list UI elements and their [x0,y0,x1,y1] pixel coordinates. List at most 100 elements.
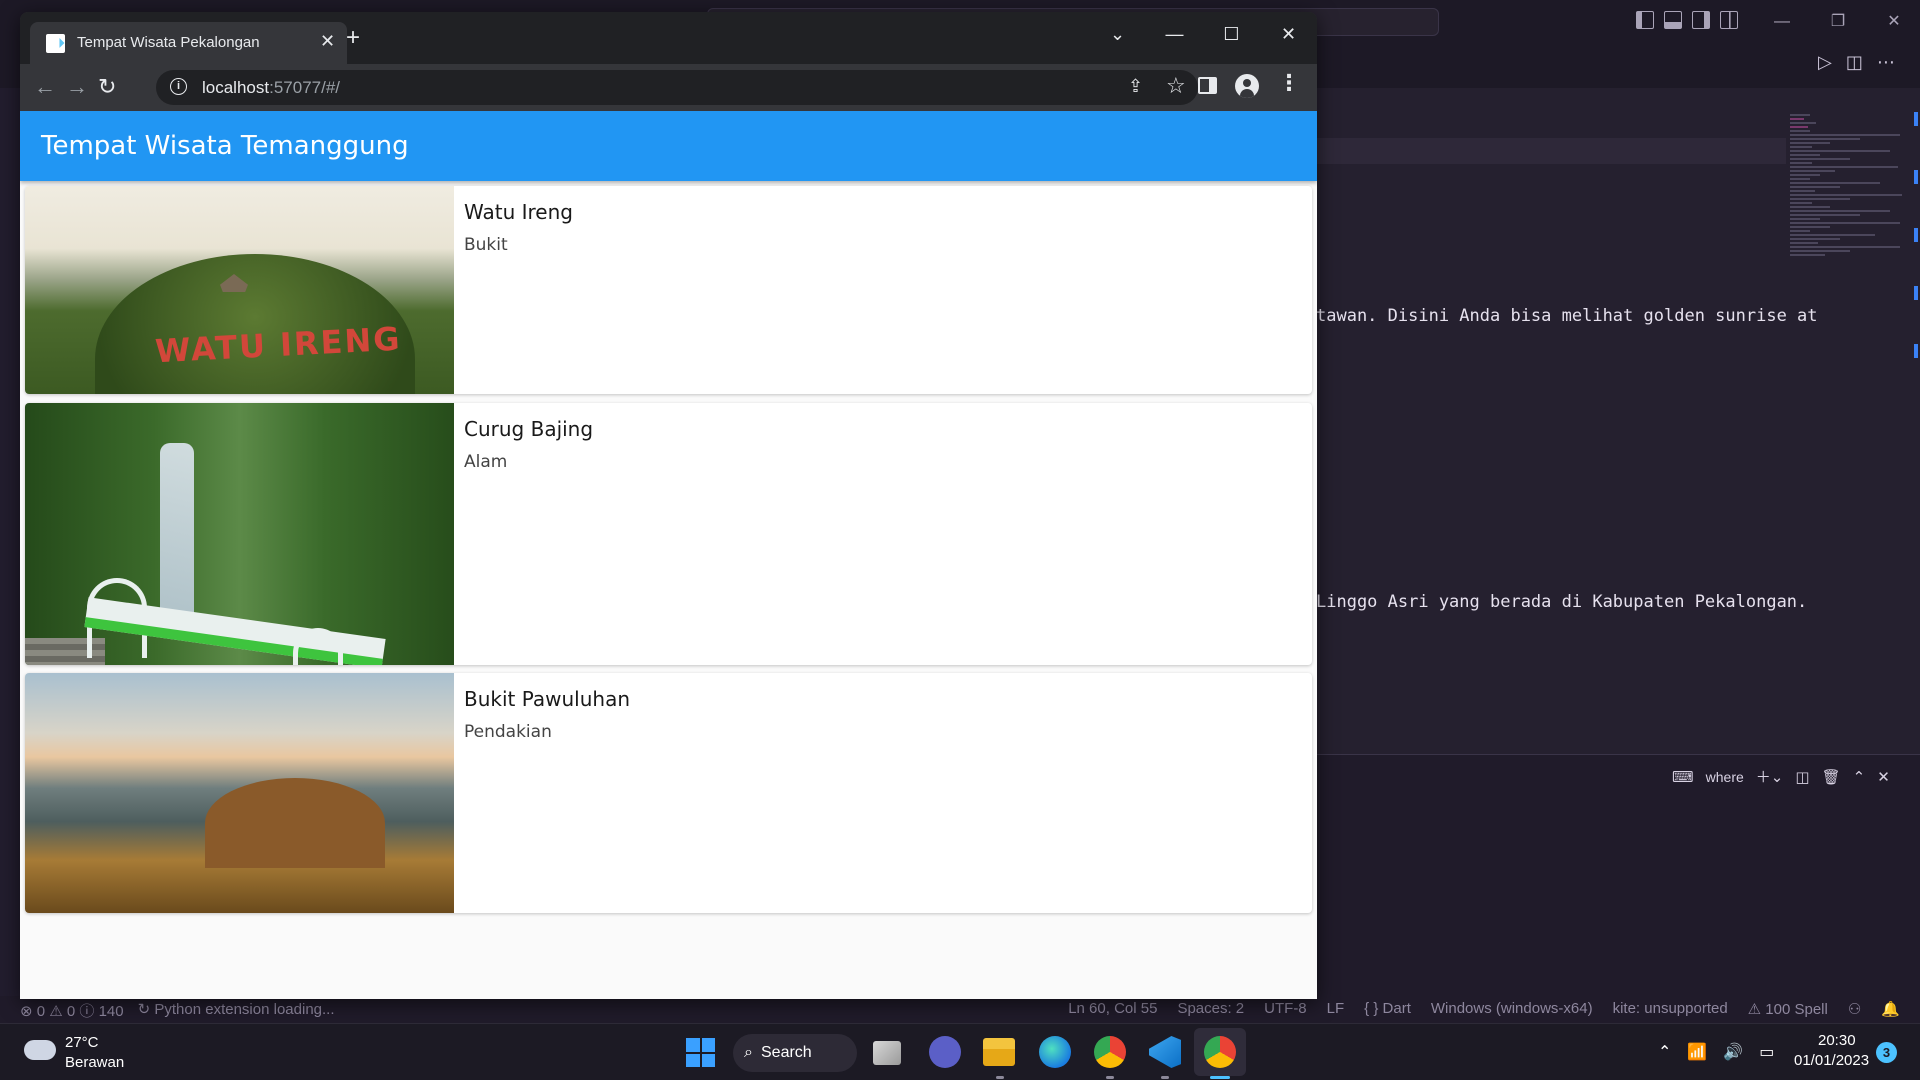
place-name: Curug Bajing [464,417,594,441]
site-info-icon[interactable]: i [170,78,187,95]
kite-status[interactable]: kite: unsupported [1613,1000,1728,1018]
browser-toolbar: ← → ↻ i localhost:57077/#/ ⇪ ☆ ⋮ [20,64,1317,111]
address-bar[interactable]: i localhost:57077/#/ ⇪ ☆ [156,70,1198,105]
volume-icon[interactable]: 🔊 [1723,1042,1743,1062]
side-panel-icon[interactable] [1198,77,1217,94]
toggle-primary-sidebar-icon[interactable] [1636,11,1654,29]
chrome-profile-icon[interactable] [1094,1036,1126,1068]
line-endings[interactable]: LF [1327,1000,1345,1018]
close-tab-icon[interactable]: ✕ [320,31,335,52]
show-hidden-icons-icon[interactable]: ⌃ [1658,1042,1671,1062]
taskbar-search[interactable]: ⌕ Search [733,1034,857,1072]
encoding[interactable]: UTF-8 [1264,1000,1307,1018]
kill-terminal-icon[interactable]: 🗑 [1822,768,1841,786]
windows-start-icon[interactable] [686,1038,715,1067]
editor-actions: ▷ ◫ ⋯ [1818,52,1895,73]
toggle-panel-icon[interactable] [1664,11,1682,29]
clock-time[interactable]: 20:30 [1818,1032,1856,1049]
python-status[interactable]: ↻ Python extension loading... [138,1000,335,1021]
new-tab-button[interactable]: + [346,26,360,50]
cursor-position[interactable]: Ln 60, Col 55 [1068,1000,1157,1018]
place-category: Bukit [464,235,508,255]
search-label: Search [761,1044,812,1061]
run-icon[interactable]: ▷ [1818,52,1832,73]
windows-taskbar: 27°C Berawan ⌕ Search ⌃ 📶 🔊 ▭ 20:30 01/0… [0,1023,1920,1080]
url-host: localhost [202,78,270,97]
minimize-icon[interactable]: — [1754,8,1810,36]
python-status-text: Python extension loading... [154,1001,335,1018]
back-arrow-icon[interactable]: ← [34,74,56,100]
wifi-icon[interactable]: 📶 [1687,1042,1707,1062]
chrome-icon[interactable] [1204,1036,1236,1068]
layout-controls [1636,11,1738,29]
close-icon[interactable]: ✕ [1260,20,1317,48]
teams-chat-icon[interactable] [929,1036,961,1068]
split-editor-icon[interactable]: ◫ [1846,52,1863,73]
file-explorer-icon[interactable] [983,1038,1015,1066]
search-icon: ⌕ [744,1044,753,1061]
minimap[interactable] [1790,112,1910,342]
new-terminal-icon[interactable]: ＋⌄ [1756,766,1784,787]
cloud-icon[interactable] [24,1040,56,1060]
share-icon[interactable]: ⇪ [1128,76,1143,97]
weather-temperature[interactable]: 27°C [65,1034,99,1051]
app-title: Tempat Wisata Temanggung [41,131,409,161]
browser-window-controls: ⌄ — ☐ ✕ [1089,20,1317,48]
code-line: tawan. Disini Anda bisa melihat golden s… [1316,306,1818,326]
tab-search-icon[interactable]: ⌄ [1089,20,1146,48]
url-path: :57077/#/ [269,78,341,97]
task-view-icon[interactable] [873,1041,901,1065]
spell-status[interactable]: ⚠ 100 Spell [1748,1000,1828,1018]
minimize-icon[interactable]: — [1146,20,1203,48]
place-name: Bukit Pawuluhan [464,687,631,711]
problems-status[interactable]: ⊗ 0 ⚠ 0 ⓘ 140 [20,1000,124,1021]
close-icon[interactable]: ✕ [1866,8,1920,36]
sync-icon: ↻ [137,1001,151,1018]
profile-avatar-icon[interactable] [1235,74,1259,98]
reload-icon[interactable]: ↻ [98,74,116,100]
more-actions-icon[interactable]: ⋯ [1877,52,1895,73]
vscode-icon[interactable] [1149,1036,1181,1068]
restore-icon[interactable]: ❐ [1810,8,1866,36]
flutter-device[interactable]: Windows (windows-x64) [1431,1000,1593,1018]
maximize-panel-icon[interactable]: ⌃ [1853,768,1866,786]
place-card[interactable]: Curug Bajing Alam [25,403,1312,665]
system-tray: ⌃ 📶 🔊 ▭ [1658,1042,1774,1062]
maximize-icon[interactable]: ☐ [1203,20,1260,48]
edge-browser-icon[interactable] [1039,1036,1071,1068]
place-card[interactable]: WATU IRENG Watu Ireng Bukit [25,186,1312,394]
flutter-app-viewport: Tempat Wisata Temanggung WATU IRENG Watu… [20,111,1317,999]
warning-count: 0 [66,1003,76,1020]
notifications-icon[interactable]: 🔔 [1881,1000,1900,1018]
split-terminal-icon[interactable]: ◫ [1795,768,1809,786]
place-card[interactable]: Bukit Pawuluhan Pendakian [25,673,1312,913]
indentation[interactable]: Spaces: 2 [1177,1000,1244,1018]
weather-description[interactable]: Berawan [65,1054,124,1071]
info-count: 140 [98,1003,124,1020]
active-app-indicator [1210,1076,1230,1079]
place-category: Alam [464,452,508,472]
browser-tab[interactable]: Tempat Wisata Pekalongan ✕ [30,22,347,64]
battery-icon[interactable]: ▭ [1759,1042,1774,1062]
terminal-toolbar: ⌨ where ＋⌄ ◫ 🗑 ⌃ ✕ [1672,766,1890,787]
place-image: WATU IRENG [25,186,454,394]
notification-badge[interactable]: 3 [1876,1042,1897,1063]
language-mode[interactable]: { } Dart [1364,1000,1411,1018]
bookmark-star-icon[interactable]: ☆ [1166,73,1186,99]
close-panel-icon[interactable]: ✕ [1877,768,1890,786]
language-name: Dart [1382,1000,1411,1017]
current-line-highlight [1316,138,1786,164]
url-text[interactable]: localhost:57077/#/ [202,78,340,98]
clock-date[interactable]: 01/01/2023 [1794,1052,1869,1069]
forward-arrow-icon[interactable]: → [66,74,88,100]
scrollbar[interactable] [1914,112,1920,412]
app-bar: Tempat Wisata Temanggung [20,111,1317,181]
terminal-panel[interactable] [1316,754,1920,1004]
warning-icon: ⚠ [49,1003,63,1020]
chrome-menu-icon[interactable]: ⋮ [1278,70,1300,96]
terminal-name[interactable]: where [1706,769,1744,785]
error-icon: ⊗ [20,1003,33,1020]
accounts-icon[interactable]: ⚇ [1848,1000,1861,1018]
toggle-secondary-sidebar-icon[interactable] [1692,11,1710,29]
customize-layout-icon[interactable] [1720,11,1738,29]
